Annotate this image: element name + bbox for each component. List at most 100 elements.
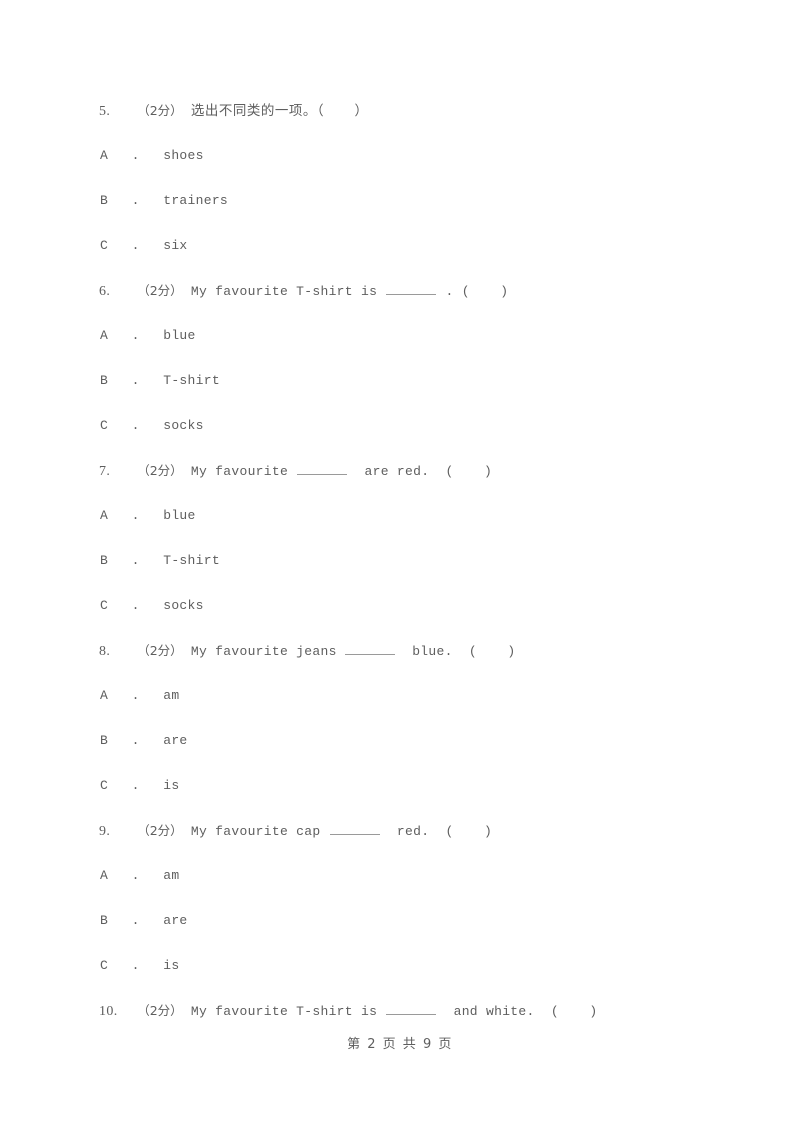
option-letter: A [100, 148, 109, 163]
question-score: （2分） [137, 283, 183, 298]
question-score: （2分） [137, 103, 183, 118]
questions-container: 5. （2分） 选出不同类的一项。（ ） A . shoes B . train… [99, 101, 739, 1046]
question-text-close: ) [500, 284, 509, 299]
option-label: am [163, 868, 180, 883]
option-label: trainers [163, 193, 229, 208]
page-indicator: 第 2 页 共 9 页 [347, 1037, 453, 1052]
question-number: 8. [99, 644, 111, 659]
question-text: 选出不同类的一项。（ [190, 103, 325, 119]
option-label: T-shirt [163, 553, 220, 568]
option-label: is [163, 958, 180, 973]
option-letter: A [100, 328, 109, 343]
option-dot: . [131, 373, 140, 388]
question-number: 5. [99, 104, 111, 119]
option-label: are [163, 913, 188, 928]
option-b[interactable]: B . trainers [99, 191, 739, 236]
option-a[interactable]: A . am [99, 866, 739, 911]
question-text-close: ) [589, 1004, 598, 1019]
question-stem: 9. （2分） My favourite cap red. ( ) [99, 821, 739, 866]
option-dot: . [131, 913, 140, 928]
question-text-close: ) [507, 644, 516, 659]
question-score: （2分） [137, 643, 183, 658]
question-block: 6. （2分） My favourite T-shirt is . ( ) A … [99, 281, 739, 461]
option-dot: . [131, 733, 140, 748]
option-letter: A [100, 508, 109, 523]
option-dot: . [131, 868, 140, 883]
option-label: is [163, 778, 180, 793]
question-block: 8. （2分） My favourite jeans blue. ( ) A .… [99, 641, 739, 821]
option-letter: B [100, 733, 109, 748]
fill-in-blank[interactable] [297, 462, 348, 475]
option-label: blue [163, 508, 196, 523]
question-score: （2分） [137, 1003, 183, 1018]
option-b[interactable]: B . T-shirt [99, 371, 739, 416]
question-text-close: ) [484, 464, 493, 479]
option-letter: C [100, 958, 109, 973]
option-letter: C [100, 418, 109, 433]
option-a[interactable]: A . am [99, 686, 739, 731]
option-label: six [163, 238, 188, 253]
option-c[interactable]: C . socks [99, 596, 739, 641]
option-dot: . [131, 148, 140, 163]
option-c[interactable]: C . is [99, 956, 739, 1001]
option-label: socks [163, 418, 204, 433]
question-text-after: are red. ( [356, 464, 454, 479]
fill-in-blank[interactable] [344, 642, 395, 655]
option-label: blue [163, 328, 196, 343]
option-dot: . [131, 688, 140, 703]
option-a[interactable]: A . blue [99, 326, 739, 371]
question-text: My favourite cap [190, 824, 329, 839]
option-dot: . [131, 328, 140, 343]
option-a[interactable]: A . shoes [99, 146, 739, 191]
option-letter: C [100, 238, 109, 253]
question-text-after: red. ( [388, 824, 454, 839]
question-text-after: and white. ( [445, 1004, 559, 1019]
question-score: （2分） [137, 823, 183, 838]
question-stem: 5. （2分） 选出不同类的一项。（ ） [99, 101, 739, 146]
option-dot: . [131, 193, 140, 208]
option-letter: A [100, 868, 109, 883]
option-letter: B [100, 913, 109, 928]
question-number: 10. [99, 1004, 118, 1019]
option-c[interactable]: C . is [99, 776, 739, 821]
question-number: 7. [99, 464, 111, 479]
option-letter: B [100, 373, 109, 388]
option-b[interactable]: B . are [99, 731, 739, 776]
question-block: 7. （2分） My favourite are red. ( ) A . bl… [99, 461, 739, 641]
question-block: 5. （2分） 选出不同类的一项。（ ） A . shoes B . train… [99, 101, 739, 281]
question-text-close: ) [484, 824, 493, 839]
question-block: 9. （2分） My favourite cap red. ( ) A . am… [99, 821, 739, 1001]
fill-in-blank[interactable] [386, 1002, 437, 1015]
option-label: T-shirt [163, 373, 220, 388]
option-dot: . [131, 553, 140, 568]
option-dot: . [131, 508, 140, 523]
question-stem: 8. （2分） My favourite jeans blue. ( ) [99, 641, 739, 686]
option-a[interactable]: A . blue [99, 506, 739, 551]
option-letter: B [100, 553, 109, 568]
fill-in-blank[interactable] [386, 282, 437, 295]
option-letter: B [100, 193, 109, 208]
question-text: My favourite T-shirt is [190, 1004, 386, 1019]
option-b[interactable]: B . T-shirt [99, 551, 739, 596]
question-number: 9. [99, 824, 111, 839]
option-dot: . [131, 238, 140, 253]
option-label: socks [163, 598, 204, 613]
option-dot: . [131, 958, 140, 973]
option-c[interactable]: C . socks [99, 416, 739, 461]
option-b[interactable]: B . are [99, 911, 739, 956]
question-stem: 7. （2分） My favourite are red. ( ) [99, 461, 739, 506]
question-text: My favourite [190, 464, 297, 479]
option-dot: . [131, 778, 140, 793]
question-text-after: blue. ( [404, 644, 478, 659]
option-label: am [163, 688, 180, 703]
option-letter: C [100, 598, 109, 613]
option-letter: A [100, 688, 109, 703]
option-dot: . [131, 598, 140, 613]
question-text: My favourite T-shirt is [190, 284, 386, 299]
option-c[interactable]: C . six [99, 236, 739, 281]
option-label: shoes [163, 148, 204, 163]
question-text: My favourite jeans [190, 644, 337, 659]
fill-in-blank[interactable] [329, 822, 380, 835]
option-letter: C [100, 778, 109, 793]
question-text-close: ） [354, 103, 369, 119]
